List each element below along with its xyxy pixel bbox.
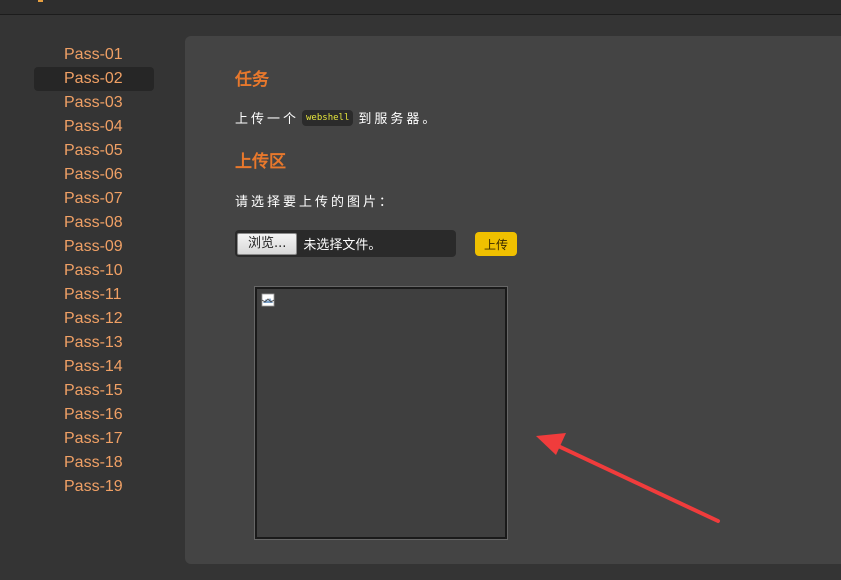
file-status: 未选择文件。 — [303, 238, 382, 253]
task-heading: 任务 — [235, 70, 269, 89]
upload-heading: 上传区 — [235, 152, 286, 171]
sidebar-item-pass-02[interactable]: Pass-02 — [34, 67, 154, 91]
top-bar — [0, 0, 841, 15]
sidebar-item-pass-19[interactable]: Pass-19 — [34, 475, 154, 499]
browse-button[interactable]: 浏览... — [237, 232, 298, 255]
sidebar-item-pass-10[interactable]: Pass-10 — [34, 259, 154, 283]
sidebar-item-pass-08[interactable]: Pass-08 — [34, 211, 154, 235]
sidebar-item-pass-16[interactable]: Pass-16 — [34, 403, 154, 427]
webshell-code: webshell — [302, 109, 354, 126]
task-text-before: 上传一个 — [235, 111, 300, 126]
sidebar-item-pass-14[interactable]: Pass-14 — [34, 355, 154, 379]
file-input[interactable]: 浏览... 未选择文件。 — [235, 230, 456, 257]
main-panel: 任务 上传一个 webshell 到服务器。 上传区 请选择要上传的图片： 浏览… — [185, 36, 841, 564]
task-description: 上传一个 webshell 到服务器。 — [235, 108, 438, 127]
upload-button[interactable]: 上传 — [475, 232, 517, 256]
logo-fragment — [38, 0, 43, 2]
sidebar-item-pass-09[interactable]: Pass-09 — [34, 235, 154, 259]
sidebar-item-pass-01[interactable]: Pass-01 — [34, 43, 154, 67]
sidebar-item-pass-13[interactable]: Pass-13 — [34, 331, 154, 355]
task-text-after: 到服务器。 — [358, 111, 439, 126]
sidebar-nav: Pass-01 Pass-02 Pass-03 Pass-04 Pass-05 … — [34, 43, 154, 499]
sidebar-item-pass-17[interactable]: Pass-17 — [34, 427, 154, 451]
sidebar-item-pass-18[interactable]: Pass-18 — [34, 451, 154, 475]
sidebar-item-pass-06[interactable]: Pass-06 — [34, 163, 154, 187]
upload-prompt: 请选择要上传的图片： — [235, 194, 396, 209]
sidebar-item-pass-15[interactable]: Pass-15 — [34, 379, 154, 403]
sidebar-item-pass-12[interactable]: Pass-12 — [34, 307, 154, 331]
sidebar-item-pass-11[interactable]: Pass-11 — [34, 283, 154, 307]
sidebar-item-pass-05[interactable]: Pass-05 — [34, 139, 154, 163]
image-preview — [254, 286, 508, 540]
sidebar-item-pass-03[interactable]: Pass-03 — [34, 91, 154, 115]
broken-image-icon — [261, 293, 275, 307]
sidebar-item-pass-04[interactable]: Pass-04 — [34, 115, 154, 139]
sidebar-item-pass-07[interactable]: Pass-07 — [34, 187, 154, 211]
